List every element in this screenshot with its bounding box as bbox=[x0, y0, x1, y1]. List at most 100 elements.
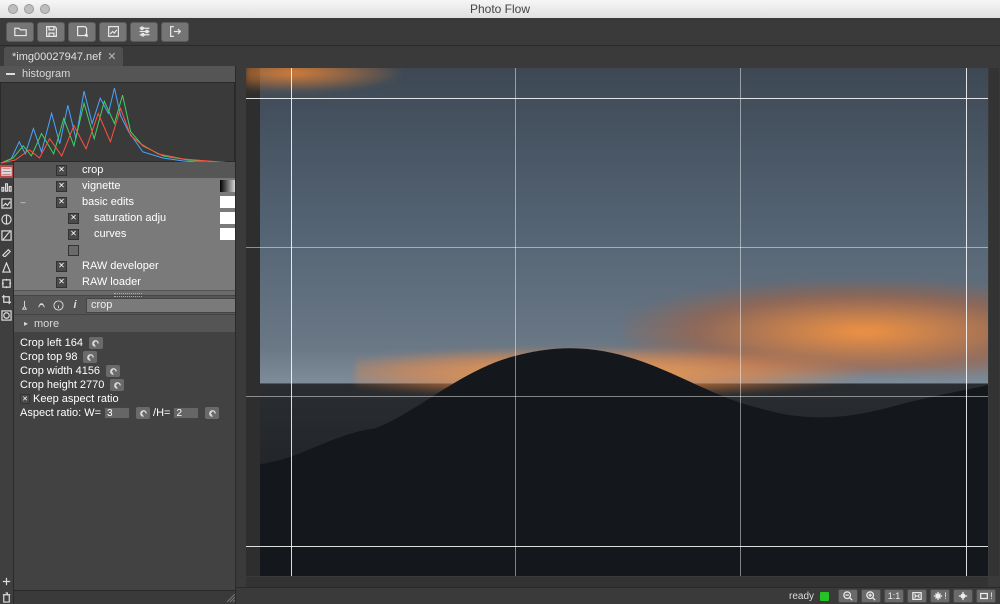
layer-name: RAW developer bbox=[82, 260, 159, 272]
export-image-button[interactable] bbox=[99, 22, 127, 42]
crop-height-value[interactable]: 2770 bbox=[80, 379, 104, 391]
canvas-scrollbar-vertical[interactable] bbox=[989, 68, 999, 576]
tool-picture-icon[interactable] bbox=[0, 197, 13, 210]
histogram-plot bbox=[1, 83, 234, 164]
histogram-title: histogram bbox=[22, 68, 70, 80]
layer-list-resize-handle[interactable] bbox=[14, 290, 242, 296]
left-panel-footer bbox=[14, 590, 242, 604]
crop-edge-top[interactable] bbox=[246, 98, 988, 99]
layer-row-blank bbox=[14, 242, 242, 258]
undo-icon[interactable] bbox=[106, 365, 120, 377]
crop-height-row: Crop height 2770 bbox=[20, 378, 236, 392]
keep-aspect-row: ✕ Keep aspect ratio bbox=[20, 392, 236, 406]
exit-button[interactable] bbox=[161, 22, 189, 42]
layer-visibility-toggle[interactable] bbox=[68, 245, 79, 256]
highlight-warning-button[interactable]: ! bbox=[930, 589, 950, 603]
collapse-icon[interactable] bbox=[6, 73, 15, 75]
layer-visibility-toggle[interactable]: ✕ bbox=[56, 197, 67, 208]
layer-visibility-toggle[interactable]: ✕ bbox=[56, 165, 67, 176]
layer-visibility-toggle[interactable]: ✕ bbox=[56, 277, 67, 288]
tool-delete-icon[interactable] bbox=[0, 591, 13, 604]
crop-width-value[interactable]: 4156 bbox=[76, 365, 100, 377]
settings-button[interactable] bbox=[130, 22, 158, 42]
undo-icon[interactable] bbox=[136, 407, 150, 419]
close-tab-icon[interactable]: ✕ bbox=[107, 50, 116, 63]
crop-left-value[interactable]: 164 bbox=[65, 337, 83, 349]
layers-area: ✕ crop ✕ vignette – ✕ basic edits bbox=[0, 162, 235, 604]
layer-row-crop[interactable]: ✕ crop bbox=[14, 162, 242, 178]
undo-icon[interactable] bbox=[205, 407, 219, 419]
document-tab-label: *img00027947.nef bbox=[12, 51, 101, 63]
tool-transform-icon[interactable] bbox=[0, 277, 13, 290]
undo-icon[interactable] bbox=[110, 379, 124, 391]
window-traffic-lights bbox=[0, 4, 50, 14]
tool-contrast-icon[interactable] bbox=[0, 213, 13, 226]
layer-name: saturation adju bbox=[94, 212, 166, 224]
crop-edge-bottom[interactable] bbox=[246, 546, 988, 547]
tool-brush-icon[interactable] bbox=[0, 245, 13, 258]
zoom-1-1-button[interactable]: 1:1 bbox=[884, 589, 904, 603]
tool-curve-icon[interactable] bbox=[0, 229, 13, 242]
layer-name: RAW loader bbox=[82, 276, 141, 288]
zoom-fit-button[interactable] bbox=[907, 589, 927, 603]
crop-height-label: Crop height bbox=[20, 379, 77, 391]
layer-name: vignette bbox=[82, 180, 121, 192]
keep-aspect-checkbox[interactable]: ✕ bbox=[20, 394, 30, 404]
app-root: *img00027947.nef ✕ histogram bbox=[0, 18, 1000, 604]
crop-width-label: Crop width bbox=[20, 365, 73, 377]
window-close-button[interactable] bbox=[8, 4, 18, 14]
layer-row-vignette[interactable]: ✕ vignette bbox=[14, 178, 242, 194]
open-button[interactable] bbox=[6, 22, 34, 42]
left-panel: histogram bbox=[0, 66, 235, 604]
shadow-warning-button[interactable]: ! bbox=[976, 589, 996, 603]
histogram-header[interactable]: histogram bbox=[0, 66, 235, 82]
save-as-button[interactable] bbox=[68, 22, 96, 42]
layer-row-curves[interactable]: ✕ curves bbox=[14, 226, 242, 242]
layer-row-basic-edits[interactable]: – ✕ basic edits bbox=[14, 194, 242, 210]
tool-layers-icon[interactable] bbox=[0, 165, 13, 178]
aspect-w-input[interactable] bbox=[104, 407, 130, 419]
softproof-button[interactable] bbox=[953, 589, 973, 603]
link-icon[interactable] bbox=[35, 299, 47, 311]
aspect-sep: /H= bbox=[153, 407, 170, 419]
window-zoom-button[interactable] bbox=[40, 4, 50, 14]
layer-name: basic edits bbox=[82, 196, 134, 208]
collapse-toggle-icon[interactable]: – bbox=[18, 197, 28, 207]
layer-name: crop bbox=[82, 164, 103, 176]
layer-visibility-toggle[interactable]: ✕ bbox=[56, 261, 67, 272]
crop-edge-right[interactable] bbox=[966, 68, 967, 576]
save-button[interactable] bbox=[37, 22, 65, 42]
layer-row-raw-developer[interactable]: ✕ RAW developer bbox=[14, 258, 242, 274]
image-canvas[interactable] bbox=[246, 68, 988, 576]
crop-edge-left[interactable] bbox=[291, 68, 292, 576]
tool-add-icon[interactable] bbox=[0, 575, 13, 588]
tool-sharpen-icon[interactable] bbox=[0, 261, 13, 274]
zoom-out-button[interactable] bbox=[838, 589, 858, 603]
layer-row-raw-loader[interactable]: ✕ RAW loader bbox=[14, 274, 242, 290]
left-panel-filler bbox=[14, 426, 242, 590]
layer-visibility-toggle[interactable]: ✕ bbox=[68, 213, 79, 224]
more-toggle[interactable]: ▸ more bbox=[14, 314, 242, 332]
aspect-h-input[interactable] bbox=[173, 407, 199, 419]
layer-row-saturation[interactable]: ✕ saturation adju bbox=[14, 210, 242, 226]
undo-icon[interactable] bbox=[83, 351, 97, 363]
document-tab[interactable]: *img00027947.nef ✕ bbox=[4, 47, 123, 66]
operation-name-input[interactable] bbox=[86, 298, 238, 313]
main-toolbar bbox=[0, 18, 1000, 46]
window-minimize-button[interactable] bbox=[24, 4, 34, 14]
zoom-in-button[interactable] bbox=[861, 589, 881, 603]
layer-visibility-toggle[interactable]: ✕ bbox=[56, 181, 67, 192]
info-icon[interactable] bbox=[52, 299, 64, 311]
tool-mask-icon[interactable] bbox=[0, 309, 13, 322]
tool-levels-icon[interactable] bbox=[0, 181, 13, 194]
tool-crop-icon[interactable] bbox=[0, 293, 13, 306]
canvas-scrollbar-horizontal[interactable] bbox=[246, 577, 988, 587]
undo-icon[interactable] bbox=[89, 337, 103, 349]
layer-visibility-toggle[interactable]: ✕ bbox=[68, 229, 79, 240]
pin-icon[interactable] bbox=[18, 299, 30, 311]
canvas-area: ready 1:1 ! ! bbox=[235, 66, 1000, 604]
crop-top-value[interactable]: 98 bbox=[65, 351, 77, 363]
side-tool-column bbox=[0, 162, 13, 604]
layers-column: ✕ crop ✕ vignette – ✕ basic edits bbox=[13, 162, 242, 604]
italic-icon[interactable]: i bbox=[69, 299, 81, 311]
